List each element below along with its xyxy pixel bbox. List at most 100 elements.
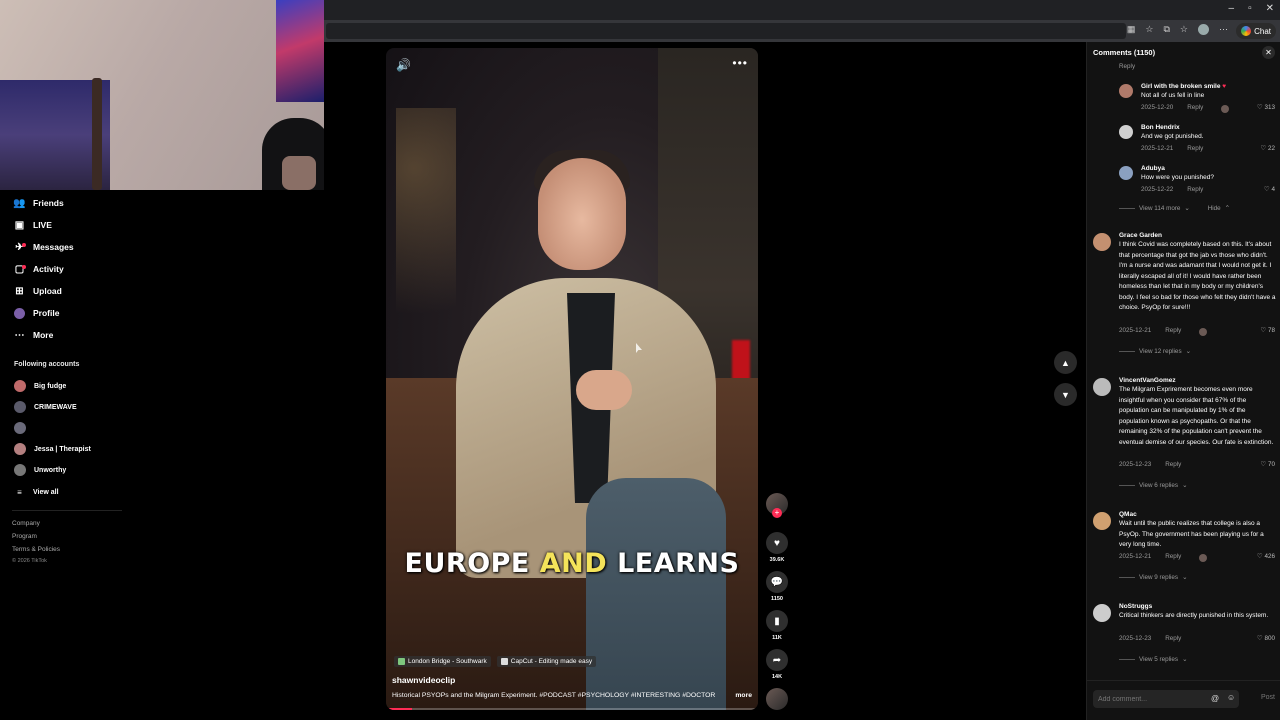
footer-program[interactable]: Program [12,533,37,540]
view-replies-button[interactable]: View 5 replies ⌄ [1119,656,1187,663]
sidebar-item-profile[interactable]: Profile [14,305,59,321]
view-replies-button[interactable]: View 9 replies ⌄ [1119,574,1187,581]
comment-like-button[interactable]: ♡ 4 [1264,186,1275,193]
minimize-button[interactable]: – [1229,3,1235,14]
sidebar-item-more[interactable]: ⋯ More [14,327,54,343]
mention-icon[interactable]: @ [1211,694,1219,703]
reply-button[interactable]: Reply [1165,553,1181,560]
description-more-link[interactable]: more [735,692,752,699]
chat-button[interactable]: Chat [1236,23,1276,39]
location-tag[interactable]: London Bridge - Southwark [394,656,491,667]
chat-icon [1241,26,1252,36]
extensions-icon[interactable]: ⧉ [1163,24,1169,35]
post-button[interactable]: Post [1261,694,1275,701]
view-replies-button[interactable]: View 6 replies ⌄ [1119,482,1187,489]
reply-button[interactable]: Reply [1187,104,1203,111]
comment-user[interactable]: VincentVanGomez [1119,377,1176,384]
live-icon: ▣ [14,219,25,231]
star-icon[interactable]: ☆ [1145,24,1153,35]
reply-button[interactable]: Reply [1187,145,1203,152]
save-button[interactable]: ▮ 11K [766,610,788,641]
avatar [14,401,26,413]
reply-button[interactable]: Reply [1119,63,1135,70]
comment-text: The Milgram Exprirement becomes even mor… [1119,386,1274,446]
following-account[interactable] [14,421,34,435]
view-replies-button[interactable]: View 12 replies ⌄ [1119,348,1191,355]
sidebar-item-messages[interactable]: ✈ Messages [14,239,73,255]
sidebar-item-friends[interactable]: 👥 Friends [13,195,63,211]
reply-button[interactable]: Reply [1187,186,1203,193]
emoji-icon[interactable]: ☺ [1227,693,1235,702]
browser-menu-icon[interactable]: ⋯ [1219,24,1228,35]
sidebar-item-upload[interactable]: ⊞ Upload [14,283,62,299]
close-comments-button[interactable]: ✕ [1262,46,1275,59]
grid-icon[interactable]: ▦ [1127,24,1136,35]
sidebar-item-live[interactable]: ▣ LIVE [14,217,52,233]
avatar[interactable] [1093,512,1111,530]
view-more-replies-button[interactable]: View 114 more ⌄ Hide ⌃ [1119,205,1230,212]
video-more-icon[interactable]: ••• [732,56,748,70]
comment-like-button[interactable]: ♡ 22 [1260,145,1275,152]
following-account[interactable]: Big fudge [14,379,66,393]
comment-user[interactable]: Adubya [1141,165,1165,172]
sidebar-item-activity[interactable]: ▢ Activity [14,261,64,277]
capcut-tag[interactable]: CapCut - Editing made easy [496,656,597,667]
bookmark-icon[interactable]: ☆ [1180,24,1188,35]
hide-replies-button[interactable]: Hide [1208,205,1221,212]
avatar[interactable] [1093,233,1111,251]
comment-button[interactable]: 💬 1150 [766,571,788,602]
comment-like-button[interactable]: ♡ 78 [1260,327,1275,334]
sound-disc-button[interactable] [766,688,788,710]
webcam-overlay [0,0,324,190]
close-icon: ✕ [1265,48,1272,57]
creator-avatar-button[interactable]: + [766,493,788,518]
reply-button[interactable]: Reply [1165,635,1181,642]
next-video-button[interactable]: ▼ [1054,383,1077,406]
comment-like-button[interactable]: ♡ 426 [1257,553,1275,560]
footer-terms[interactable]: Terms & Policies [12,546,60,553]
heart-outline-icon: ♡ [1256,104,1263,111]
comment-user[interactable]: Grace Garden [1119,232,1162,239]
following-account[interactable]: Unworthy [14,463,66,477]
volume-icon[interactable]: 🔊 [396,58,411,72]
comment-user[interactable]: Bon Hendrix [1141,124,1180,131]
maximize-button[interactable]: ▫ [1248,3,1252,14]
friends-icon: 👥 [13,197,26,209]
avatar[interactable] [1119,166,1133,180]
reply-button[interactable]: Reply [1165,327,1181,334]
footer-company[interactable]: Company [12,520,40,527]
comment-like-button[interactable]: ♡ 800 [1257,635,1275,642]
avatar[interactable] [1093,604,1111,622]
following-account[interactable]: CRIMEWAVE [14,400,77,414]
follow-plus-icon[interactable]: + [772,508,782,518]
comment-user[interactable]: Girl with the broken smile ♥ [1141,83,1226,90]
profile-avatar-icon[interactable] [1198,24,1209,35]
video-description: Historical PSYOPs and the Milgram Experi… [392,692,752,699]
comment-user[interactable]: NoStruggs [1119,603,1152,610]
comment-meta: 2025-12-23 Reply [1119,461,1181,468]
following-account[interactable]: Jessa | Therapist [14,442,91,456]
avatar[interactable] [1119,84,1133,98]
reply-button[interactable]: Reply [1165,461,1181,468]
comment-like-button[interactable]: ♡ 313 [1257,104,1275,111]
comments-title: Comments (1150) [1093,48,1156,57]
location-icon [398,658,405,665]
avatar[interactable] [1093,378,1111,396]
address-bar[interactable] [326,23,1126,39]
avatar[interactable] [1119,125,1133,139]
view-all-link[interactable]: ≡ View all [14,485,58,499]
share-count: 14K [771,674,783,680]
comment-user[interactable]: QMac [1119,511,1137,518]
bookmark-icon: ▮ [766,610,788,632]
like-button[interactable]: ♥ 39.6K [766,532,788,563]
comments-list[interactable]: Reply Girl with the broken smile ♥ Not a… [1087,62,1280,680]
previous-video-button[interactable]: ▲ [1054,351,1077,374]
close-window-button[interactable]: ✕ [1266,3,1274,14]
video-progress-bar[interactable] [386,708,758,710]
share-button[interactable]: ➦ 14K [766,649,788,680]
video-caption: EUROPE AND LEARNS [404,548,740,579]
chevron-up-icon: ⌃ [1224,205,1230,212]
video-author[interactable]: shawnvideoclip [392,675,455,685]
video-player[interactable]: 🔊 ••• EUROPE AND LEARNS London Bridge - … [386,48,758,710]
comment-like-button[interactable]: ♡ 70 [1260,461,1275,468]
